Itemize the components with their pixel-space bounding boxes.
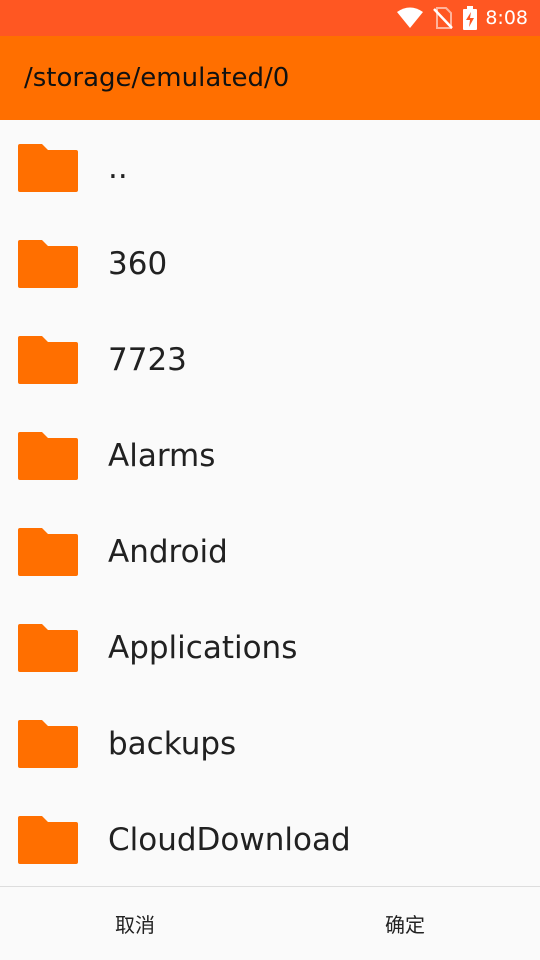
- folder-icon: [18, 240, 78, 288]
- folder-list[interactable]: .. 360 7723 Alarms Android Applications backup…: [0, 120, 540, 886]
- confirm-button[interactable]: 确定: [270, 887, 540, 960]
- folder-icon: [18, 624, 78, 672]
- status-bar: 8:08: [0, 0, 540, 36]
- folder-list-item[interactable]: Alarms: [0, 408, 540, 504]
- folder-name: CloudDownload: [108, 822, 351, 858]
- folder-list-item[interactable]: CloudDownload: [0, 792, 540, 886]
- folder-icon: [18, 144, 78, 192]
- folder-icon: [18, 528, 78, 576]
- folder-list-item[interactable]: 7723: [0, 312, 540, 408]
- folder-list-item[interactable]: Android: [0, 504, 540, 600]
- app-bar: /storage/emulated/0: [0, 36, 540, 120]
- folder-icon: [18, 336, 78, 384]
- folder-list-item[interactable]: backups: [0, 696, 540, 792]
- status-time: 8:08: [485, 7, 528, 29]
- no-sim-icon: [433, 7, 454, 29]
- folder-name: backups: [108, 726, 237, 762]
- current-path-title: /storage/emulated/0: [24, 63, 290, 93]
- folder-name: Applications: [108, 630, 298, 666]
- folder-name: Alarms: [108, 438, 216, 474]
- wifi-icon: [397, 7, 424, 29]
- folder-list-item[interactable]: Applications: [0, 600, 540, 696]
- battery-charging-icon: [463, 6, 478, 30]
- folder-name: 7723: [108, 342, 187, 378]
- folder-icon: [18, 432, 78, 480]
- folder-icon: [18, 720, 78, 768]
- cancel-button[interactable]: 取消: [0, 887, 270, 960]
- dialog-footer: 取消 确定: [0, 886, 540, 960]
- folder-name: ..: [108, 150, 128, 186]
- folder-name: Android: [108, 534, 228, 570]
- folder-name: 360: [108, 246, 168, 282]
- folder-list-item[interactable]: 360: [0, 216, 540, 312]
- folder-list-item[interactable]: ..: [0, 120, 540, 216]
- folder-icon: [18, 816, 78, 864]
